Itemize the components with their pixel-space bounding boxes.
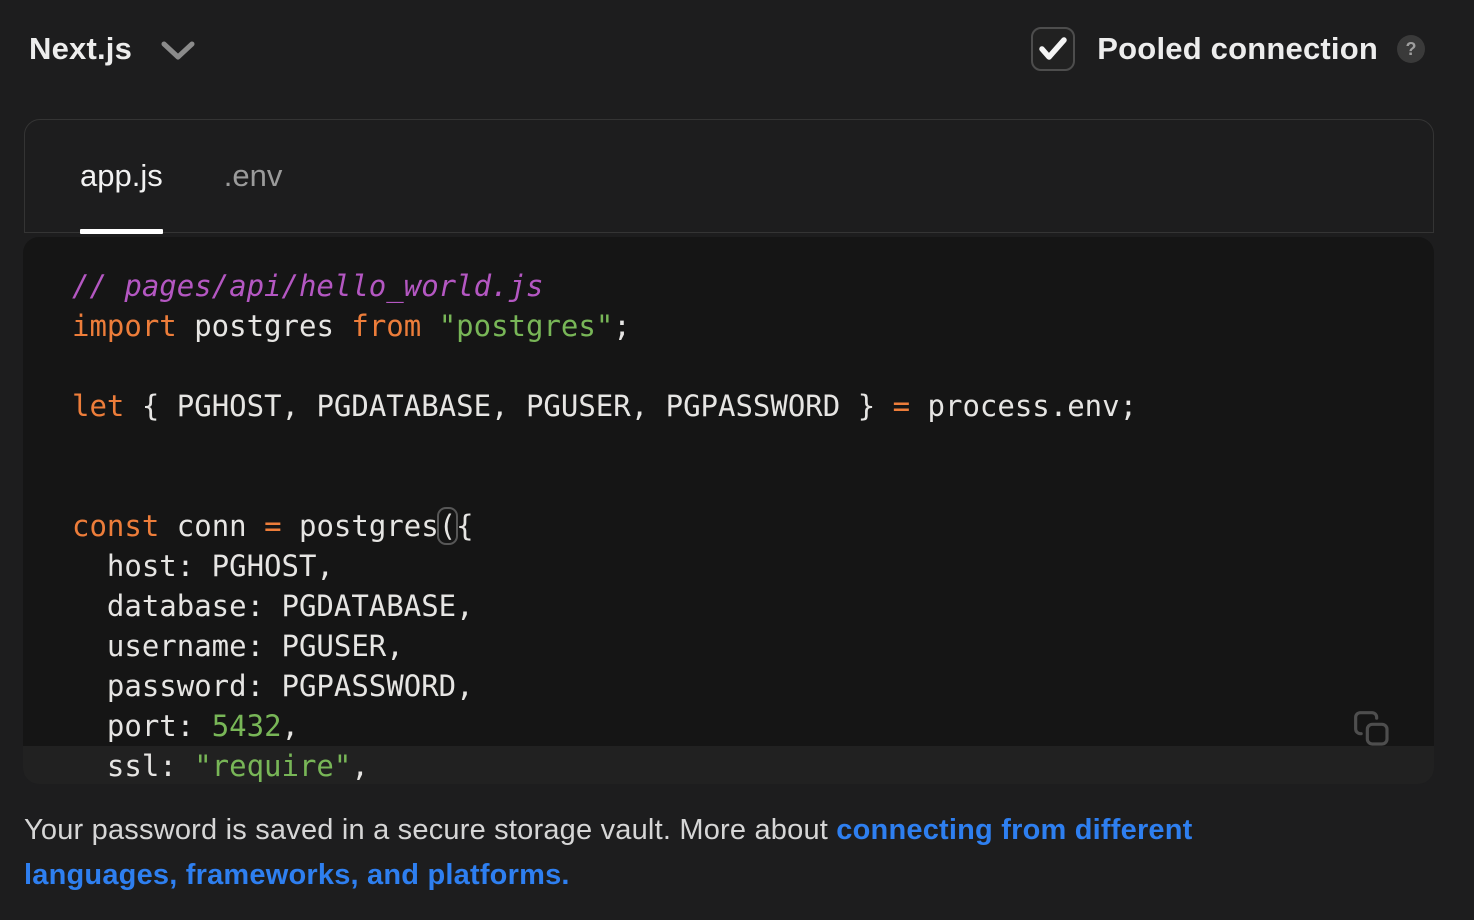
tab-env[interactable]: .env [224,120,283,232]
code-token: host: PGHOST, [72,549,334,583]
code-card-tab-bar: app.js .env [24,119,1434,233]
pooled-connection-option: Pooled connection ? [1031,27,1425,71]
pooled-connection-label: Pooled connection [1097,31,1378,67]
framework-selector[interactable]: Next.js [29,31,195,67]
chevron-down-icon [161,41,195,61]
code-line: let { PGHOST, PGDATABASE, PGUSER, PGPASS… [23,386,1434,426]
code-token: username: PGUSER, [72,629,404,663]
code-token: from [351,309,421,343]
top-bar: Next.js Pooled connection ? [0,0,1474,72]
code-block: // pages/api/hello_world.jsimport postgr… [23,237,1434,784]
code-token: postgres [177,309,352,343]
code-line [23,346,1434,386]
code-token: let [72,389,124,423]
tab-env-label: .env [224,158,283,194]
code-token: postgres [282,509,439,543]
check-icon [1039,37,1067,61]
code-line: host: PGHOST, [23,546,1434,586]
copy-button[interactable] [1352,709,1392,749]
code-line: username: PGUSER, [23,626,1434,666]
code-token: { [456,509,473,543]
code-line: port: 5432, [23,706,1434,746]
code-token: 5432 [212,709,282,743]
pooled-connection-checkbox[interactable] [1031,27,1075,71]
code-token: ssl: [72,749,194,783]
help-icon[interactable]: ? [1397,35,1425,63]
code-line [23,426,1434,466]
code-token: import [72,309,177,343]
code-panel: // pages/api/hello_world.jsimport postgr… [23,237,1434,784]
code-token: password: PGPASSWORD, [72,669,474,703]
code-line [23,466,1434,506]
tab-appjs-label: app.js [80,158,163,194]
code-token: ; [613,309,630,343]
code-token: const [72,509,159,543]
code-line: const conn = postgres({ [23,506,1434,546]
code-line: import postgres from "postgres"; [23,306,1434,346]
code-token: , [282,709,299,743]
code-token: = [893,389,910,423]
code-line: // pages/api/hello_world.js [23,266,1434,306]
code-line: password: PGPASSWORD, [23,666,1434,706]
code-token: { PGHOST, PGDATABASE, PGUSER, PGPASSWORD… [124,389,892,423]
code-token: conn [159,509,264,543]
code-line: database: PGDATABASE, [23,586,1434,626]
copy-icon [1352,709,1392,749]
tab-appjs[interactable]: app.js [80,120,163,232]
footer-note: Your password is saved in a secure stora… [24,808,1329,898]
code-token [421,309,438,343]
framework-selector-label: Next.js [29,31,132,67]
code-line: ssl: "require", [23,746,1434,784]
footer-note-text: Your password is saved in a secure stora… [24,814,836,846]
active-tab-underline [80,229,163,234]
code-token: , [351,749,368,783]
code-token: "require" [194,749,351,783]
code-token: // pages/api/hello_world.js [72,269,543,303]
code-token: port: [72,709,212,743]
code-token: = [264,509,281,543]
code-token: database: PGDATABASE, [72,589,474,623]
code-token: ( [439,509,456,543]
code-token: "postgres" [439,309,614,343]
code-token: process.env; [910,389,1137,423]
